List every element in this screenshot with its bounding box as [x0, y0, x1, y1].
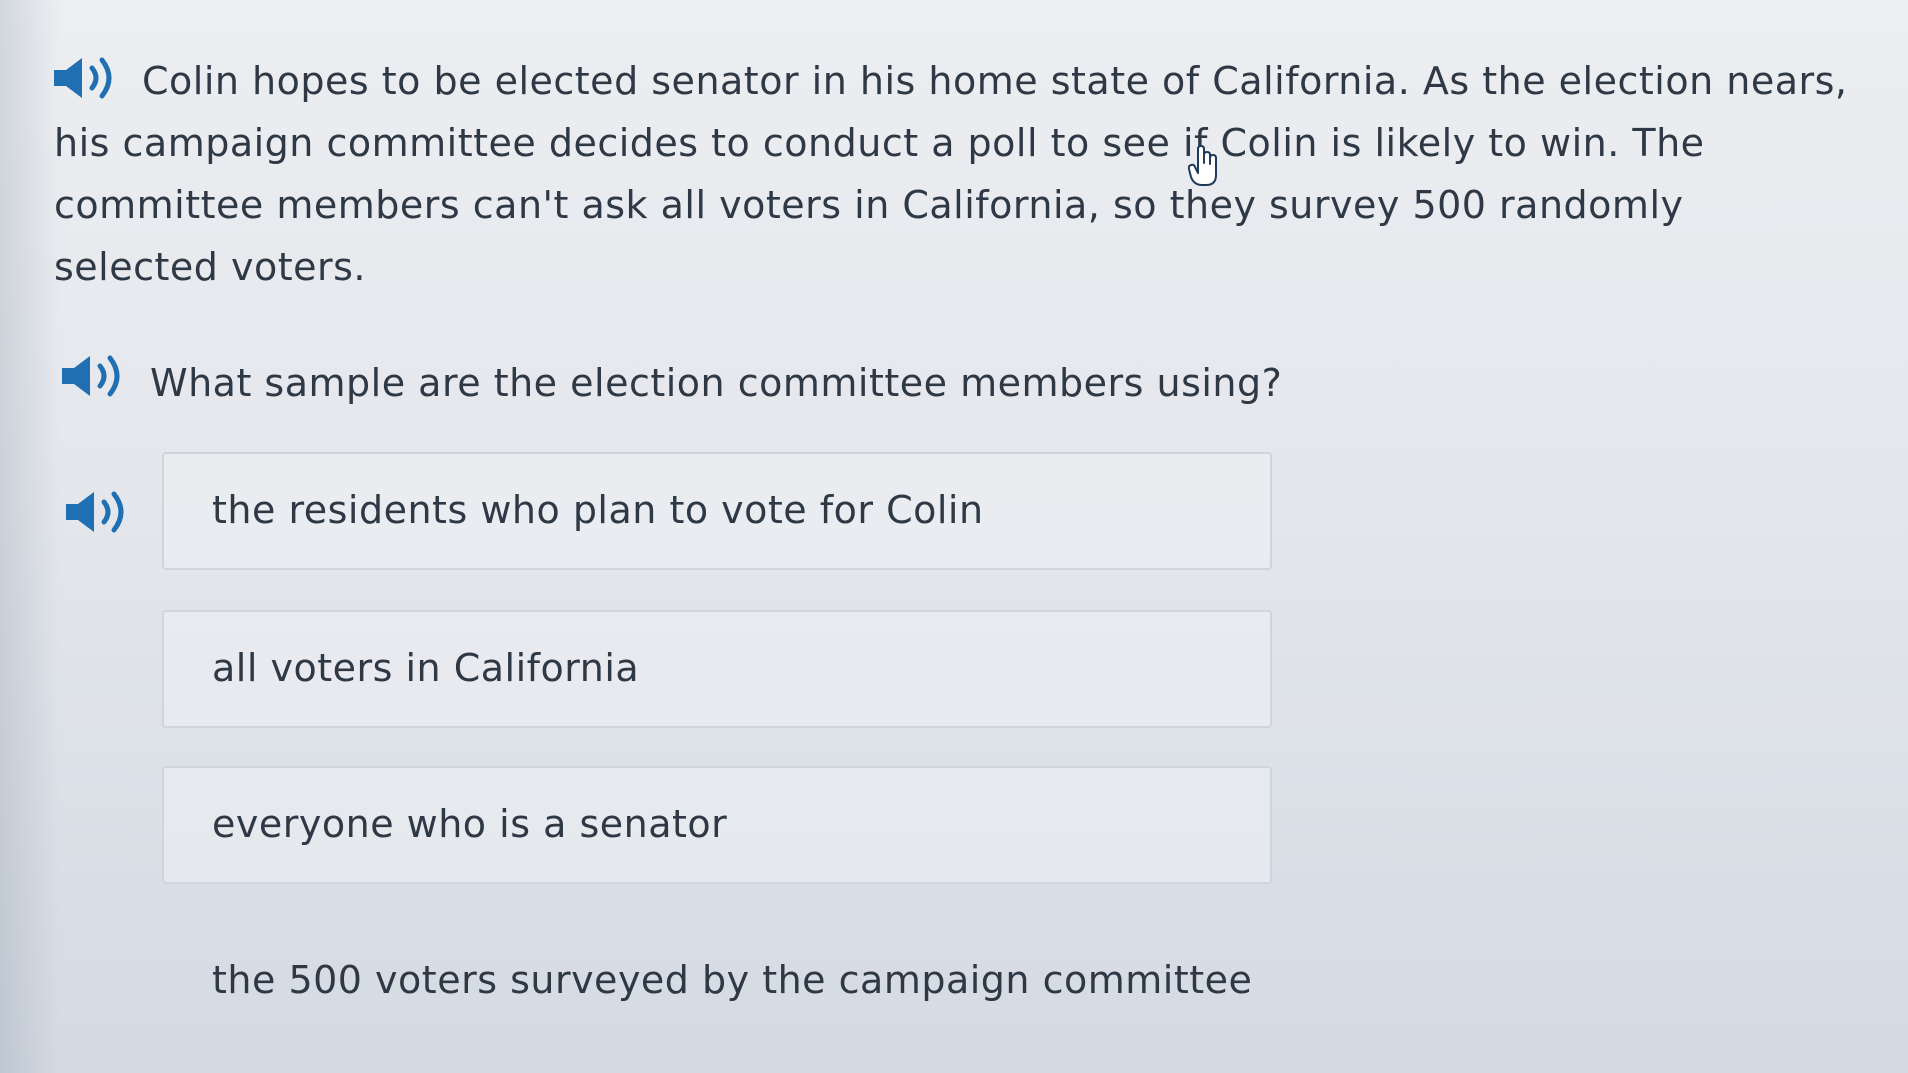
- speaker-icon[interactable]: [62, 488, 134, 536]
- answer-option-label: all voters in California: [212, 646, 640, 690]
- answer-option-label: everyone who is a senator: [212, 802, 728, 846]
- answer-option-3[interactable]: everyone who is a senator: [162, 766, 1272, 884]
- answer-option-2[interactable]: all voters in California: [162, 610, 1272, 728]
- answer-option-label: the residents who plan to vote for Colin: [212, 488, 984, 532]
- answer-option-label: the 500 voters surveyed by the campaign …: [212, 958, 1253, 1002]
- speaker-icon[interactable]: [58, 352, 130, 400]
- answer-option-4[interactable]: the 500 voters surveyed by the campaign …: [162, 922, 1272, 1040]
- passage-text: Colin hopes to be elected senator in his…: [54, 59, 1848, 289]
- answer-option-1[interactable]: the residents who plan to vote for Colin: [162, 452, 1272, 570]
- question-text: What sample are the election committee m…: [150, 361, 1283, 405]
- hand-cursor-icon: [1187, 145, 1222, 191]
- background-shade: [0, 0, 60, 1073]
